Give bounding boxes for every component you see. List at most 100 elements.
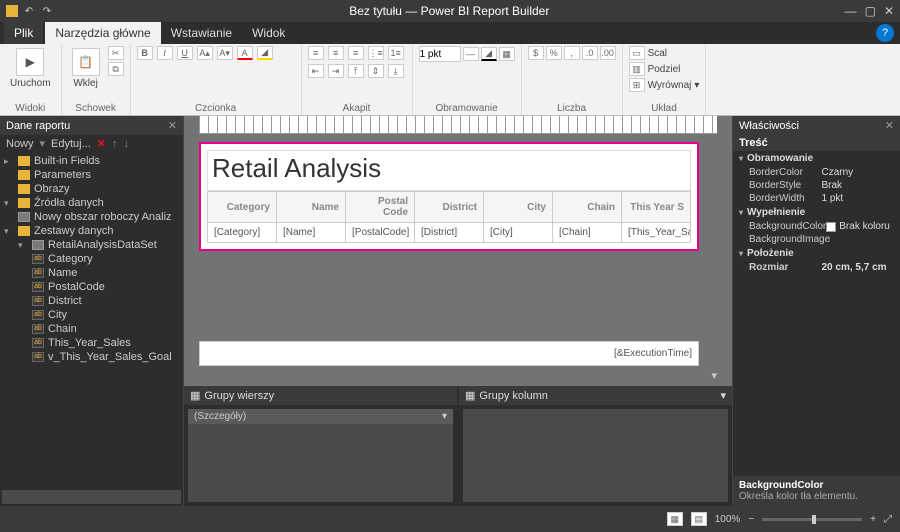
- cell[interactable]: [This_Year_Sa: [622, 223, 691, 243]
- align-left-icon[interactable]: ≡: [308, 46, 324, 60]
- titlebar: ↶ ↷ Bez tytułu — Power BI Report Builder…: [0, 0, 900, 22]
- move-up-icon[interactable]: ↑: [112, 138, 118, 150]
- align-button[interactable]: ⊞Wyrównaj▾: [629, 78, 700, 92]
- redo-icon[interactable]: ↷: [40, 4, 54, 18]
- font-grow-icon[interactable]: A▴: [197, 46, 213, 60]
- delete-icon[interactable]: ✕: [97, 137, 106, 150]
- tab-insert[interactable]: Wstawianie: [161, 22, 242, 44]
- tree-field[interactable]: abChain: [0, 322, 183, 336]
- move-down-icon[interactable]: ↓: [124, 138, 130, 150]
- bold-button[interactable]: B: [137, 46, 153, 60]
- cut-icon[interactable]: ✂: [108, 46, 124, 60]
- tree-node-datasets[interactable]: ▾Zestawy danych: [0, 224, 183, 238]
- bullets-icon[interactable]: ⋮≡: [368, 46, 384, 60]
- border-color-icon[interactable]: ◢: [481, 47, 497, 61]
- col-header[interactable]: Category: [208, 192, 277, 223]
- italic-button[interactable]: I: [157, 46, 173, 60]
- cell[interactable]: [Chain]: [553, 223, 622, 243]
- currency-icon[interactable]: $: [528, 46, 544, 60]
- cell[interactable]: [PostalCode]: [346, 223, 415, 243]
- view-mode-icon[interactable]: ▦: [667, 512, 683, 526]
- col-header[interactable]: This Year S: [622, 192, 691, 223]
- tree-node-params[interactable]: Parameters: [0, 168, 183, 182]
- numbering-icon[interactable]: 1≡: [388, 46, 404, 60]
- font-color-icon[interactable]: A: [237, 46, 253, 60]
- close-icon[interactable]: ✕: [168, 119, 177, 132]
- minimize-icon[interactable]: —: [845, 4, 857, 18]
- comma-icon[interactable]: ,: [564, 46, 580, 60]
- maximize-icon[interactable]: ▢: [865, 4, 876, 18]
- report-footer[interactable]: [&ExecutionTime]: [199, 341, 699, 366]
- col-header[interactable]: Postal Code: [346, 192, 415, 223]
- merge-button[interactable]: ▭Scal: [629, 46, 667, 60]
- copy-icon[interactable]: ⧉: [108, 62, 124, 76]
- col-header[interactable]: Chain: [553, 192, 622, 223]
- prop-section-position[interactable]: Położenie: [733, 246, 900, 261]
- valign-mid-icon[interactable]: ⇕: [368, 64, 384, 78]
- valign-top-icon[interactable]: ⤒: [348, 64, 364, 78]
- percent-icon[interactable]: %: [546, 46, 562, 60]
- fit-icon[interactable]: ⤢: [884, 514, 892, 525]
- align-center-icon[interactable]: ≡: [328, 46, 344, 60]
- run-button[interactable]: ▶ Uruchom: [6, 46, 55, 91]
- zoom-in-icon[interactable]: +: [870, 514, 876, 525]
- border-thickness-input[interactable]: [419, 46, 461, 62]
- tab-view[interactable]: Widok: [242, 22, 295, 44]
- chevron-down-icon[interactable]: ▾: [442, 411, 447, 422]
- help-icon[interactable]: ?: [876, 24, 894, 42]
- zoom-out-icon[interactable]: −: [748, 514, 754, 525]
- view-mode-icon[interactable]: ▤: [691, 512, 707, 526]
- chevron-down-icon[interactable]: ▾: [711, 369, 717, 382]
- tree-field[interactable]: abPostalCode: [0, 280, 183, 294]
- tree-node-builtin[interactable]: ▸Built-in Fields: [0, 154, 183, 168]
- tree-node-images[interactable]: Obrazy: [0, 182, 183, 196]
- selected-object[interactable]: Treść: [733, 135, 900, 151]
- close-icon[interactable]: ✕: [885, 119, 894, 132]
- edit-button[interactable]: Edytuj...: [51, 138, 91, 150]
- paste-button[interactable]: 📋 Wklej: [68, 46, 104, 91]
- tab-file[interactable]: Plik: [4, 22, 43, 44]
- chevron-down-icon[interactable]: ▾: [720, 389, 726, 402]
- cell[interactable]: [Category]: [208, 223, 277, 243]
- tree-field[interactable]: abDistrict: [0, 294, 183, 308]
- undo-icon[interactable]: ↶: [22, 4, 36, 18]
- row-group-item[interactable]: (Szczegóły) ▾: [188, 409, 453, 424]
- report-table[interactable]: Category Name Postal Code District City …: [207, 191, 691, 243]
- split-button[interactable]: ▥Podziel: [629, 62, 681, 76]
- valign-bot-icon[interactable]: ⤓: [388, 64, 404, 78]
- cell[interactable]: [City]: [484, 223, 553, 243]
- col-header[interactable]: City: [484, 192, 553, 223]
- underline-button[interactable]: U: [177, 46, 193, 60]
- report-title[interactable]: Retail Analysis: [207, 150, 691, 191]
- align-right-icon[interactable]: ≡: [348, 46, 364, 60]
- prop-section-border[interactable]: Obramowanie: [733, 151, 900, 166]
- tree-node-datasource[interactable]: Nowy obszar roboczy Analiz: [0, 210, 183, 224]
- fill-color-icon[interactable]: ◢: [257, 46, 273, 60]
- tree-field[interactable]: abThis_Year_Sales: [0, 336, 183, 350]
- prop-section-fill[interactable]: Wypełnienie: [733, 205, 900, 220]
- indent-dec-icon[interactable]: ⇤: [308, 64, 324, 78]
- font-shrink-icon[interactable]: A▾: [217, 46, 233, 60]
- border-style-icon[interactable]: —: [463, 47, 479, 61]
- tree-node-datasources[interactable]: ▾Źródła danych: [0, 196, 183, 210]
- tree-field[interactable]: abName: [0, 266, 183, 280]
- col-header[interactable]: District: [415, 192, 484, 223]
- decimal-inc-icon[interactable]: .0: [582, 46, 598, 60]
- tree-field[interactable]: abv_This_Year_Sales_Goal: [0, 350, 183, 364]
- zoom-slider[interactable]: [762, 518, 862, 521]
- tree-field[interactable]: abCategory: [0, 252, 183, 266]
- close-icon[interactable]: ✕: [884, 4, 894, 18]
- app-icon: [6, 5, 18, 17]
- scrollbar[interactable]: [2, 490, 181, 504]
- border-preset-icon[interactable]: ▦: [499, 47, 515, 61]
- indent-inc-icon[interactable]: ⇥: [328, 64, 344, 78]
- new-button[interactable]: Nowy: [6, 138, 34, 150]
- report-body[interactable]: Retail Analysis Category Name Postal Cod…: [199, 142, 699, 251]
- cell[interactable]: [Name]: [277, 223, 346, 243]
- tree-field[interactable]: abCity: [0, 308, 183, 322]
- tree-node-dataset[interactable]: ▾RetailAnalysisDataSet: [0, 238, 183, 252]
- decimal-dec-icon[interactable]: .00: [600, 46, 616, 60]
- cell[interactable]: [District]: [415, 223, 484, 243]
- col-header[interactable]: Name: [277, 192, 346, 223]
- tab-home[interactable]: Narzędzia główne: [45, 22, 160, 44]
